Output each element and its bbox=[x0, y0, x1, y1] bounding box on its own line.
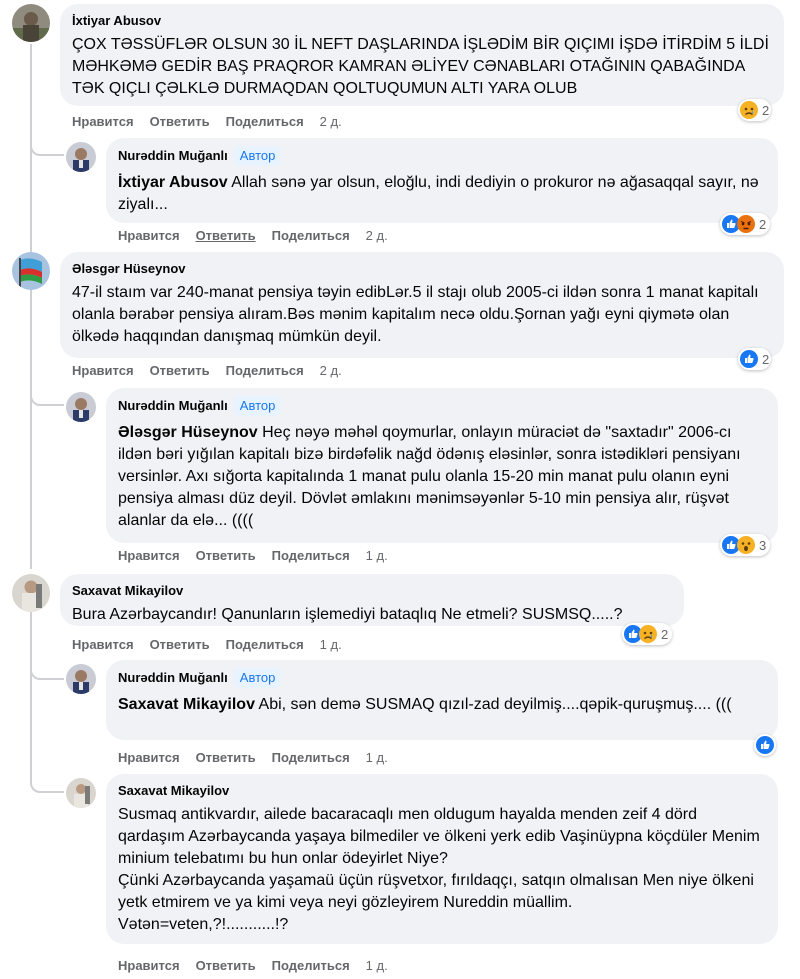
avatar[interactable] bbox=[66, 392, 96, 422]
reaction-summary[interactable] bbox=[754, 734, 776, 756]
like-button[interactable]: Нравится bbox=[118, 548, 180, 563]
timestamp[interactable]: 2 д. bbox=[320, 114, 342, 129]
thread-connector bbox=[30, 130, 64, 156]
avatar[interactable] bbox=[66, 664, 96, 694]
timestamp[interactable]: 1 д. bbox=[366, 750, 388, 765]
comment-actions: Нравится Ответить Поделиться 1 д. bbox=[118, 548, 388, 563]
sad-reaction-icon bbox=[740, 101, 758, 119]
timestamp[interactable]: 2 д. bbox=[366, 228, 388, 243]
reaction-summary[interactable]: 2 bbox=[738, 348, 772, 370]
share-button[interactable]: Поделиться bbox=[272, 548, 350, 563]
like-button[interactable]: Нравится bbox=[72, 114, 134, 129]
comment-text: Susmaq antikvardır, ailede bacaracaqlı m… bbox=[118, 806, 760, 933]
reaction-count: 2 bbox=[762, 102, 770, 118]
reply-button[interactable]: Ответить bbox=[196, 750, 256, 765]
comment-bubble: Ələsgər Hüseynov 47-il staım var 240-man… bbox=[60, 252, 784, 358]
like-button[interactable]: Нравится bbox=[72, 637, 134, 652]
reply-button[interactable]: Ответить bbox=[150, 363, 210, 378]
share-button[interactable]: Поделиться bbox=[272, 228, 350, 243]
comment-author[interactable]: Nurəddin Muğanlı Автор bbox=[118, 668, 766, 688]
author-badge: Автор bbox=[233, 668, 282, 688]
avatar[interactable] bbox=[66, 142, 96, 172]
comment-bubble: İxtiyar Abusov ÇOX TƏSSÜFLƏR OLSUN 30 İL… bbox=[60, 4, 784, 106]
comment-actions: Нравится Ответить Поделиться 2 д. bbox=[72, 114, 342, 129]
like-button[interactable]: Нравится bbox=[118, 228, 180, 243]
angry-reaction-icon bbox=[737, 215, 755, 233]
reaction-summary[interactable]: 3 bbox=[720, 534, 771, 556]
comment-actions: Нравится Ответить Поделиться 2 д. bbox=[72, 363, 342, 378]
comment-author[interactable]: Saxavat Mikayilov bbox=[72, 582, 672, 600]
share-button[interactable]: Поделиться bbox=[272, 958, 350, 973]
reply-button[interactable]: Ответить bbox=[196, 958, 256, 973]
reply-button[interactable]: Ответить bbox=[196, 228, 256, 243]
reply-button[interactable]: Ответить bbox=[150, 637, 210, 652]
timestamp[interactable]: 1 д. bbox=[320, 637, 342, 652]
comment-bubble: Nurəddin Muğanlı Автор Ələsgər Hüseynov H… bbox=[106, 388, 778, 543]
comment-bubble: Saxavat Mikayilov Susmaq antikvardır, ai… bbox=[106, 774, 778, 944]
author-badge: Автор bbox=[233, 146, 282, 166]
like-button[interactable]: Нравится bbox=[118, 750, 180, 765]
reply-button[interactable]: Ответить bbox=[150, 114, 210, 129]
share-button[interactable]: Поделиться bbox=[226, 114, 304, 129]
comment-bubble: Nurəddin Muğanlı Автор İxtiyar Abusov All… bbox=[106, 138, 778, 223]
like-reaction-icon bbox=[740, 350, 758, 368]
comment-actions: Нравится Ответить Поделиться 2 д. bbox=[118, 228, 388, 243]
thread-connector bbox=[30, 680, 64, 793]
reaction-summary[interactable]: 2 bbox=[738, 99, 772, 121]
mention-link[interactable]: İxtiyar Abusov bbox=[118, 174, 228, 191]
avatar[interactable] bbox=[12, 252, 50, 290]
comment-author[interactable]: Ələsgər Hüseynov bbox=[72, 260, 772, 278]
reaction-count: 2 bbox=[762, 351, 770, 367]
comment-actions: Нравится Ответить Поделиться 1 д. bbox=[72, 637, 342, 652]
author-badge: Автор bbox=[233, 396, 282, 416]
thread-connector bbox=[30, 368, 64, 406]
comment-bubble: Nurəddin Muğanlı Автор Saxavat Mikayilov … bbox=[106, 660, 778, 740]
comment-text: Saxavat Mikayilov Abi, sən demə SUSMAQ q… bbox=[118, 696, 732, 713]
mention-link[interactable]: Ələsgər Hüseynov bbox=[118, 424, 258, 441]
timestamp[interactable]: 1 д. bbox=[366, 548, 388, 563]
avatar[interactable] bbox=[12, 4, 50, 42]
comment-text: İxtiyar Abusov Allah sənə yar olsun, elo… bbox=[118, 174, 759, 213]
like-button[interactable]: Нравится bbox=[118, 958, 180, 973]
reaction-count: 2 bbox=[661, 626, 669, 642]
comment-author[interactable]: Saxavat Mikayilov bbox=[118, 782, 766, 800]
avatar[interactable] bbox=[66, 778, 96, 808]
mention-link[interactable]: Saxavat Mikayilov bbox=[118, 696, 255, 713]
avatar[interactable] bbox=[12, 574, 50, 612]
reply-button[interactable]: Ответить bbox=[196, 548, 256, 563]
timestamp[interactable]: 2 д. bbox=[320, 363, 342, 378]
share-button[interactable]: Поделиться bbox=[272, 750, 350, 765]
thread-connector bbox=[30, 650, 64, 680]
reaction-summary[interactable]: 2 bbox=[720, 213, 771, 235]
comment-author[interactable]: Nurəddin Muğanlı Автор bbox=[118, 146, 766, 166]
wow-reaction-icon bbox=[737, 536, 755, 554]
timestamp[interactable]: 1 д. bbox=[366, 958, 388, 973]
comment-actions: Нравится Ответить Поделиться 1 д. bbox=[118, 958, 388, 973]
comment-text: Ələsgər Hüseynov Heç nəyə məhəl qoymurla… bbox=[118, 424, 741, 529]
sad-reaction-icon bbox=[639, 625, 657, 643]
comment-bubble: Saxavat Mikayilov Bura Azərbaycandır! Qa… bbox=[60, 574, 684, 626]
thread-line bbox=[30, 44, 32, 569]
like-reaction-icon bbox=[756, 736, 774, 754]
comment-text: 47-il staım var 240-manat pensiya təyin … bbox=[72, 284, 759, 345]
comment-text: ÇOX TƏSSÜFLƏR OLSUN 30 İL NEFT DAŞLARIND… bbox=[72, 36, 769, 97]
reaction-count: 3 bbox=[759, 537, 767, 553]
like-button[interactable]: Нравится bbox=[72, 363, 134, 378]
reaction-summary[interactable]: 2 bbox=[622, 623, 673, 645]
comment-text: Bura Azərbaycandır! Qanunların işlemediy… bbox=[72, 606, 623, 623]
comment-author[interactable]: İxtiyar Abusov bbox=[72, 12, 772, 30]
comment-author[interactable]: Nurəddin Muğanlı Автор bbox=[118, 396, 766, 416]
reaction-count: 2 bbox=[759, 216, 767, 232]
comment-actions: Нравится Ответить Поделиться 1 д. bbox=[118, 750, 388, 765]
share-button[interactable]: Поделиться bbox=[226, 637, 304, 652]
share-button[interactable]: Поделиться bbox=[226, 363, 304, 378]
